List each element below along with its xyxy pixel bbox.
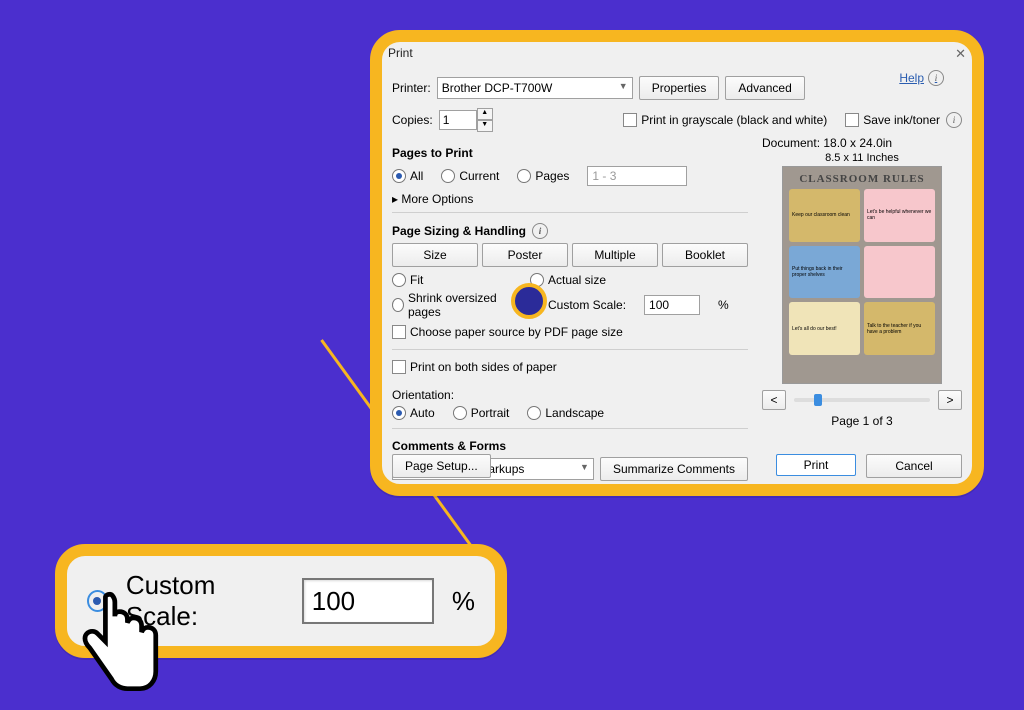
dialog-titlebar: Print ✕ xyxy=(382,42,972,66)
orient-landscape[interactable]: Landscape xyxy=(527,406,604,420)
printer-label: Printer: xyxy=(392,81,431,95)
radio-all[interactable]: All xyxy=(392,169,423,183)
grayscale-label: Print in grayscale (black and white) xyxy=(641,113,827,127)
saveink-checkbox[interactable]: Save ink/toner xyxy=(845,113,940,127)
print-both-sides-checkbox[interactable]: Print on both sides of paper xyxy=(392,360,557,374)
chevron-down-icon: ▼ xyxy=(619,81,628,91)
print-preview: CLASSROOM RULES Keep our classroom clean… xyxy=(782,166,942,384)
spinner-up-icon[interactable]: ▲ xyxy=(477,108,493,120)
info-icon[interactable]: i xyxy=(532,223,548,239)
preview-next-button[interactable]: > xyxy=(938,390,962,410)
help-label: Help xyxy=(899,71,924,85)
tab-multiple[interactable]: Multiple xyxy=(572,243,658,267)
copies-input[interactable] xyxy=(439,110,477,130)
printer-select[interactable]: Brother DCP-T700W ▼ xyxy=(437,77,633,99)
preview-card: Let's be helpful whenever we can xyxy=(864,189,935,242)
custom-scale-pct: % xyxy=(718,298,729,312)
preview-card: Let's all do our best! xyxy=(789,302,860,355)
print-button[interactable]: Print xyxy=(776,454,856,476)
help-link[interactable]: Help i xyxy=(899,70,944,86)
choose-paper-checkbox[interactable]: Choose paper source by PDF page size xyxy=(392,325,623,339)
grayscale-checkbox[interactable]: Print in grayscale (black and white) xyxy=(623,113,827,127)
radio-actual-size[interactable]: Actual size xyxy=(530,273,606,287)
preview-zoom-slider[interactable] xyxy=(794,398,930,402)
radio-shrink[interactable]: Shrink oversized pages xyxy=(392,291,512,319)
cursor-hand-icon xyxy=(70,588,166,706)
properties-button[interactable]: Properties xyxy=(639,76,720,100)
print-dialog: Print ✕ Help i Printer: Brother DCP-T700… xyxy=(382,42,972,484)
tab-booklet[interactable]: Booklet xyxy=(662,243,748,267)
preview-card xyxy=(864,246,935,299)
orientation-title: Orientation: xyxy=(392,388,748,402)
tab-poster[interactable]: Poster xyxy=(482,243,568,267)
radio-custom-scale[interactable]: Custom Scale: xyxy=(530,298,626,312)
custom-scale-input[interactable]: 100 xyxy=(644,295,700,315)
tab-size[interactable]: Size xyxy=(392,243,478,267)
preview-prev-button[interactable]: < xyxy=(762,390,786,410)
more-options-toggle[interactable]: ▸ More Options xyxy=(392,192,748,206)
sizing-title: Page Sizing & Handling i xyxy=(392,223,748,239)
radio-fit[interactable]: Fit xyxy=(392,273,512,287)
radio-pages[interactable]: Pages xyxy=(517,169,569,183)
info-icon[interactable]: i xyxy=(946,112,962,128)
callout-scale-input[interactable]: 100 xyxy=(302,578,434,624)
pages-range-input[interactable]: 1 - 3 xyxy=(587,166,687,186)
preview-card: Put things back in their proper shelves xyxy=(789,246,860,299)
close-icon[interactable]: ✕ xyxy=(955,46,966,62)
paper-size-info: 8.5 x 11 Inches xyxy=(762,152,962,164)
copies-label: Copies: xyxy=(392,113,433,127)
print-dialog-frame: Print ✕ Help i Printer: Brother DCP-T700… xyxy=(370,30,984,496)
info-icon: i xyxy=(928,70,944,86)
orient-auto[interactable]: Auto xyxy=(392,406,435,420)
comments-title: Comments & Forms xyxy=(392,439,748,453)
copies-spinner[interactable]: ▲▼ xyxy=(439,108,493,132)
preview-card: Keep our classroom clean xyxy=(789,189,860,242)
dialog-title: Print xyxy=(388,46,413,60)
orient-portrait[interactable]: Portrait xyxy=(453,406,510,420)
pages-to-print-title: Pages to Print xyxy=(392,146,748,160)
saveink-label: Save ink/toner xyxy=(863,113,940,127)
page-setup-button[interactable]: Page Setup... xyxy=(392,454,491,478)
advanced-button[interactable]: Advanced xyxy=(725,76,804,100)
document-info: Document: 18.0 x 24.0in xyxy=(762,136,962,150)
printer-select-value: Brother DCP-T700W xyxy=(442,81,553,95)
cancel-button[interactable]: Cancel xyxy=(866,454,962,478)
spinner-down-icon[interactable]: ▼ xyxy=(477,120,493,132)
preview-card: Talk to the teacher if you have a proble… xyxy=(864,302,935,355)
preview-poster-title: CLASSROOM RULES xyxy=(789,173,935,185)
page-indicator: Page 1 of 3 xyxy=(762,414,962,428)
radio-current[interactable]: Current xyxy=(441,169,499,183)
callout-pct: % xyxy=(452,586,475,617)
